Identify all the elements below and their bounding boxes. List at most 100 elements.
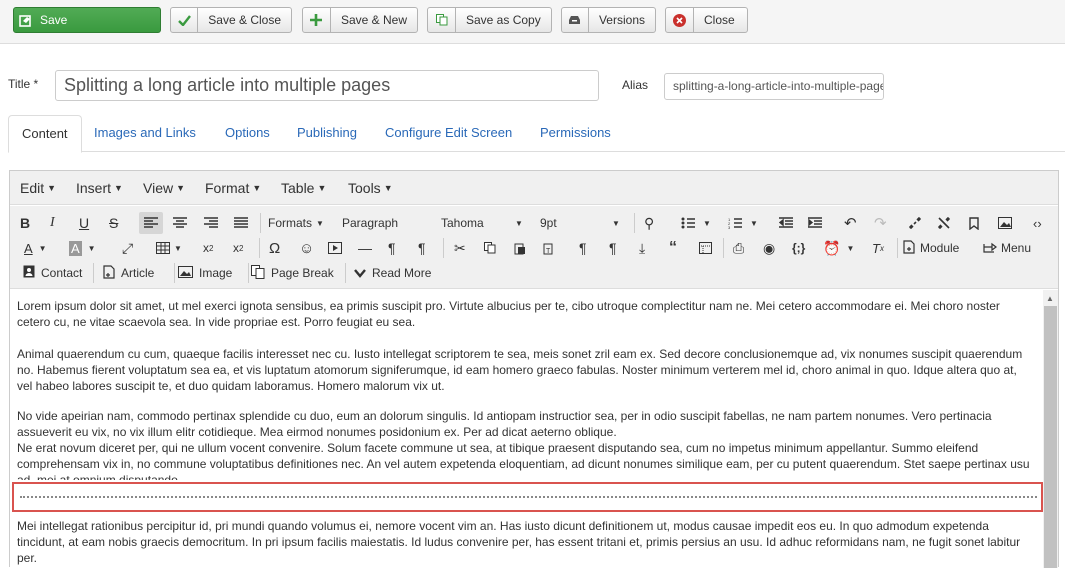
- tab-options[interactable]: Options: [212, 115, 283, 152]
- module-icon: [903, 239, 916, 257]
- media-icon[interactable]: [328, 237, 342, 259]
- menu-view[interactable]: View ▼: [143, 180, 185, 196]
- menu-edit[interactable]: Edit ▼: [20, 180, 56, 196]
- bullet-list-icon[interactable]: ▼: [681, 212, 711, 234]
- scroll-up-icon[interactable]: ▲: [1046, 294, 1054, 303]
- close-button[interactable]: Close: [665, 7, 748, 33]
- save-close-button[interactable]: Save & Close: [170, 7, 292, 33]
- insert-contact-button[interactable]: Contact: [23, 262, 82, 284]
- horizontal-rule-icon[interactable]: —: [358, 237, 372, 259]
- find-replace-icon[interactable]: ⚲: [644, 212, 654, 234]
- numbered-list-icon[interactable]: 1 2 3 ▼: [728, 212, 758, 234]
- visual-chars-icon[interactable]: ¶: [579, 237, 587, 259]
- svg-text:T: T: [546, 248, 551, 255]
- strikethrough-icon[interactable]: S: [109, 212, 118, 234]
- text-color-icon[interactable]: A ▼: [24, 237, 47, 259]
- blockquote-icon[interactable]: “: [669, 237, 677, 259]
- link-icon[interactable]: [908, 212, 922, 234]
- insert-image-button[interactable]: Image: [178, 262, 232, 284]
- visual-blocks-icon[interactable]: ¶: [609, 237, 617, 259]
- toolbar-divider: [248, 263, 249, 283]
- alias-label: Alias: [622, 78, 649, 92]
- caret-down-icon: ▼: [114, 183, 123, 193]
- insert-menu-button[interactable]: Menu: [983, 237, 1031, 259]
- caret-down-icon: ▼: [252, 183, 262, 193]
- preview-icon[interactable]: ◉: [763, 237, 775, 259]
- insert-date-icon[interactable]: ⤓: [639, 237, 645, 259]
- save-copy-button[interactable]: Save as Copy: [427, 7, 552, 33]
- caret-down-icon: ▼: [703, 218, 711, 228]
- close-icon: [666, 8, 694, 32]
- toolbar-divider: [634, 213, 635, 233]
- scrollbar-thumb[interactable]: [1044, 306, 1057, 568]
- clock-icon[interactable]: ⏰ ▼: [823, 237, 854, 259]
- image-icon[interactable]: [998, 212, 1012, 234]
- editor-scrollbar[interactable]: ▲: [1043, 290, 1058, 568]
- article-icon: [103, 264, 115, 282]
- background-color-icon[interactable]: A ▼: [69, 237, 96, 259]
- title-input[interactable]: Splitting a long article into multiple p…: [55, 70, 599, 101]
- outdent-icon[interactable]: [779, 212, 793, 234]
- redo-icon[interactable]: ↷: [874, 212, 887, 234]
- clear-formatting-icon[interactable]: Tx: [872, 237, 884, 259]
- underline-icon[interactable]: U: [79, 212, 89, 234]
- align-center-icon[interactable]: [173, 212, 187, 234]
- caret-down-icon: ▼: [38, 243, 47, 253]
- align-left-icon[interactable]: [139, 212, 163, 234]
- menu-table[interactable]: Table ▼: [281, 180, 326, 196]
- menu-tools[interactable]: Tools ▼: [348, 180, 393, 196]
- undo-icon[interactable]: ↶: [844, 212, 857, 234]
- plus-icon: [303, 8, 331, 32]
- formats-dropdown[interactable]: Formats ▼: [268, 212, 324, 234]
- cut-icon[interactable]: ✂: [454, 237, 466, 259]
- emoticons-icon[interactable]: ☺: [299, 237, 314, 259]
- template-tags-icon[interactable]: {;}: [792, 237, 805, 259]
- table-icon[interactable]: ▼: [156, 237, 182, 259]
- paste-text-icon[interactable]: T: [543, 237, 555, 259]
- insert-page-break-button[interactable]: Page Break: [251, 262, 334, 284]
- superscript-icon[interactable]: x2: [233, 237, 243, 259]
- rich-text-editor: Edit ▼ Insert ▼ View ▼ Format ▼ Table ▼ Tools…: [9, 170, 1059, 568]
- indent-icon[interactable]: [808, 212, 822, 234]
- align-right-icon[interactable]: [204, 212, 218, 234]
- bookmark-icon[interactable]: [969, 212, 979, 234]
- versions-button[interactable]: Versions: [561, 7, 656, 33]
- tab-content[interactable]: Content: [8, 115, 82, 153]
- font-size-dropdown[interactable]: 9pt ▼: [540, 212, 624, 234]
- code-icon[interactable]: ‹›: [1033, 212, 1042, 234]
- italic-icon[interactable]: I: [50, 212, 55, 234]
- insert-read-more-button[interactable]: Read More: [354, 262, 431, 284]
- template-icon[interactable]: [699, 237, 712, 259]
- title-label: Title *: [8, 77, 39, 91]
- insert-module-button[interactable]: Module: [903, 237, 959, 259]
- tab-images-links[interactable]: Images and Links: [81, 115, 209, 152]
- align-justify-icon[interactable]: [234, 212, 248, 234]
- font-family-dropdown[interactable]: Tahoma ▼: [441, 212, 526, 234]
- toolbar-divider: [443, 238, 444, 258]
- tab-permissions[interactable]: Permissions: [527, 115, 624, 152]
- print-icon[interactable]: ⎙: [733, 237, 744, 259]
- save-button[interactable]: Save: [13, 7, 161, 33]
- fullscreen-icon[interactable]: ⤢: [122, 237, 133, 259]
- paste-icon[interactable]: [514, 237, 526, 259]
- save-new-button[interactable]: Save & New: [302, 7, 418, 33]
- rtl-icon[interactable]: ¶: [418, 237, 426, 259]
- subscript-icon[interactable]: x2: [203, 237, 213, 259]
- copy-icon[interactable]: [484, 237, 496, 259]
- menu-format[interactable]: Format ▼: [205, 180, 261, 196]
- picture-icon: [178, 265, 193, 281]
- caret-down-icon: ▼: [846, 243, 855, 253]
- tab-configure-edit-screen[interactable]: Configure Edit Screen: [372, 115, 525, 152]
- unlink-icon[interactable]: [937, 212, 951, 234]
- tab-publishing[interactable]: Publishing: [284, 115, 370, 152]
- editor-menubar: Edit ▼ Insert ▼ View ▼ Format ▼ Table ▼ Tools…: [10, 171, 1058, 205]
- insert-article-button[interactable]: Article: [103, 262, 154, 284]
- ltr-icon[interactable]: ¶: [388, 237, 396, 259]
- bold-icon[interactable]: B: [20, 212, 30, 234]
- alias-input[interactable]: splitting-a-long-article-into-multiple-p…: [664, 73, 884, 100]
- special-character-icon[interactable]: Ω: [269, 237, 280, 259]
- editor-content[interactable]: Lorem ipsum dolor sit amet, ut mel exerc…: [10, 290, 1043, 568]
- block-format-dropdown[interactable]: Paragraph: [342, 212, 440, 234]
- menu-insert[interactable]: Insert ▼: [76, 180, 123, 196]
- page-break-marker[interactable]: [12, 482, 1043, 512]
